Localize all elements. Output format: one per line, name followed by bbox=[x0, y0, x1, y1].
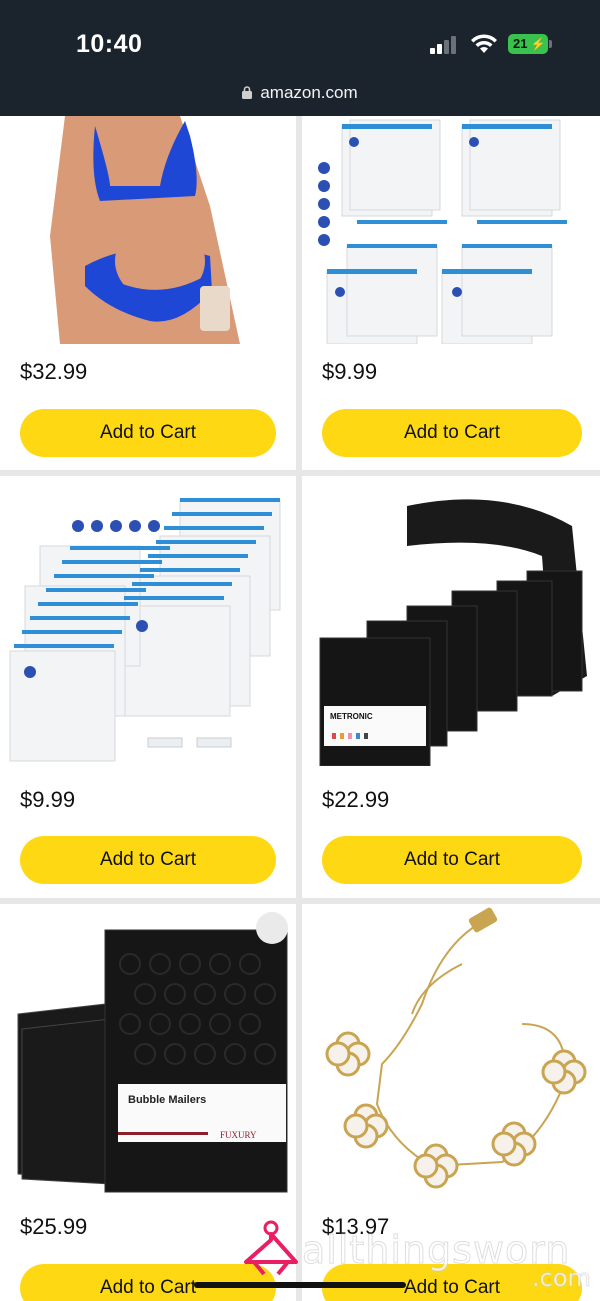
product-price: $22.99 bbox=[322, 787, 390, 812]
mailer-brand-label: METRONIC bbox=[330, 712, 373, 721]
product-price: $9.99 bbox=[322, 359, 378, 384]
product-card[interactable]: METRONIC $22.99 Add to Cart bbox=[302, 476, 600, 898]
battery-cap bbox=[549, 40, 552, 48]
product-image[interactable] bbox=[0, 116, 296, 344]
add-to-cart-button[interactable]: Add to Cart bbox=[322, 409, 582, 457]
product-image[interactable] bbox=[302, 116, 600, 344]
add-to-cart-button[interactable]: Add to Cart bbox=[322, 836, 582, 884]
bracelet-image bbox=[302, 904, 600, 1194]
product-image[interactable] bbox=[302, 904, 600, 1194]
product-price: $32.99 bbox=[20, 359, 88, 384]
product-price: $9.99 bbox=[20, 787, 76, 812]
ziplock-bags-image bbox=[302, 116, 600, 344]
lock-icon bbox=[242, 86, 253, 99]
address-bar[interactable]: amazon.com bbox=[0, 83, 600, 103]
product-card[interactable]: $32.99 Add to Cart bbox=[0, 116, 296, 470]
add-to-cart-button[interactable]: Add to Cart bbox=[20, 836, 276, 884]
mailer-brand-label: FUXURY bbox=[220, 1130, 257, 1140]
battery-charging-icon: 21 ⚡ bbox=[508, 34, 548, 54]
product-image[interactable] bbox=[0, 476, 296, 766]
watermark-text: allthingsworn bbox=[301, 1228, 571, 1273]
signal-icon bbox=[430, 34, 460, 54]
product-image[interactable]: METRONIC bbox=[302, 476, 600, 766]
add-to-cart-button[interactable]: Add to Cart bbox=[20, 409, 276, 457]
product-card[interactable]: $9.99 Add to Cart bbox=[0, 476, 296, 898]
status-bar: 10:40 21 ⚡ amazon.com bbox=[0, 0, 600, 116]
mailer-product-label: Bubble Mailers bbox=[128, 1094, 206, 1106]
black-mailers-image: METRONIC bbox=[302, 476, 600, 766]
home-indicator[interactable] bbox=[194, 1282, 406, 1288]
bikini-image bbox=[0, 116, 296, 344]
hanger-icon bbox=[244, 1220, 298, 1276]
watermark: allthingsworn .com bbox=[240, 1210, 600, 1293]
battery-level: 21 bbox=[513, 36, 528, 51]
fuxury-mailers-image: Bubble Mailers FUXURY bbox=[0, 904, 296, 1194]
wifi-icon bbox=[471, 34, 497, 53]
product-image[interactable]: Bubble Mailers FUXURY bbox=[0, 904, 296, 1194]
product-card[interactable]: $9.99 Add to Cart bbox=[302, 116, 600, 470]
url-text: amazon.com bbox=[260, 83, 358, 102]
ziplock-bags-stack-image bbox=[0, 476, 296, 766]
watermark-suffix: .com bbox=[532, 1264, 592, 1293]
clock: 10:40 bbox=[76, 30, 143, 58]
product-price: $25.99 bbox=[20, 1214, 88, 1239]
